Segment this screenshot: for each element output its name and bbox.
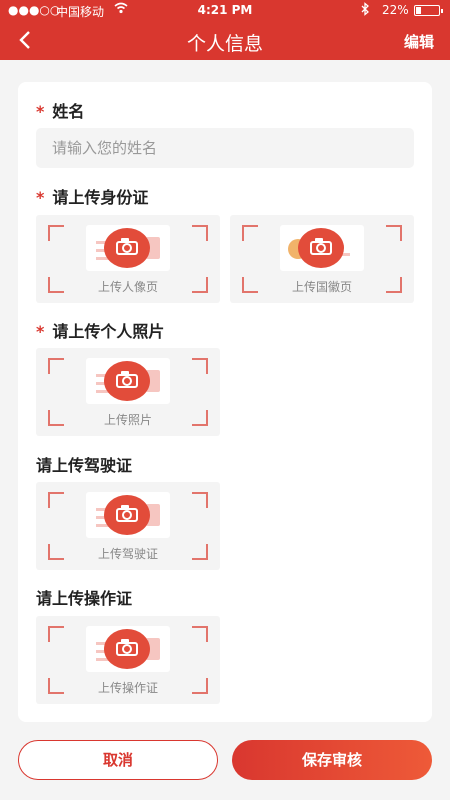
upload-caption: 上传照片 xyxy=(103,413,152,427)
upload-photo[interactable]: 上传照片 xyxy=(36,348,220,436)
upload-caption: 上传驾驶证 xyxy=(97,547,158,561)
bluetooth-icon xyxy=(360,2,370,19)
upload-id-back[interactable]: 上传国徽页 xyxy=(230,215,414,303)
header: ●●●○○ 中国移动 4:21 PM 22% 个人信息 编辑 xyxy=(0,0,450,60)
driver-license-label: 请上传驾驶证 xyxy=(36,456,133,475)
camera-icon xyxy=(298,228,344,268)
upload-operation-cert[interactable]: 上传操作证 xyxy=(36,616,220,704)
nav-bar: 个人信息 编辑 xyxy=(0,20,450,60)
operation-cert-label: 请上传操作证 xyxy=(36,589,133,608)
upload-driver-license[interactable]: 上传驾驶证 xyxy=(36,482,220,570)
battery-percent: 22% xyxy=(382,3,409,17)
required-marker: * xyxy=(36,102,45,121)
camera-icon xyxy=(104,629,150,669)
id-card-label: * 请上传身份证 xyxy=(36,184,148,208)
upload-id-front[interactable]: 上传人像页 xyxy=(36,215,220,303)
id-back-placeholder xyxy=(280,225,364,271)
page-title: 个人信息 xyxy=(186,33,263,55)
upload-caption: 上传人像页 xyxy=(97,280,158,294)
camera-icon xyxy=(104,495,150,535)
upload-caption: 上传操作证 xyxy=(97,681,158,695)
camera-icon xyxy=(104,361,150,401)
battery-icon xyxy=(414,5,443,16)
id-card-label-text: 请上传身份证 xyxy=(52,188,149,207)
photo-label-text: 请上传个人照片 xyxy=(52,322,165,341)
camera-icon xyxy=(104,228,150,268)
required-marker: * xyxy=(36,188,45,207)
form-card: * 姓名 * 请上传身份证 上传人像页 上传国徽页 * 请上传个人照片 xyxy=(18,82,432,722)
edit-button[interactable]: 编辑 xyxy=(404,31,434,52)
required-marker: * xyxy=(36,322,45,341)
name-label: * 姓名 xyxy=(36,98,84,122)
photo-label: * 请上传个人照片 xyxy=(36,318,164,342)
cancel-button[interactable]: 取消 xyxy=(18,740,218,780)
save-review-button[interactable]: 保存审核 xyxy=(232,740,432,780)
id-front-placeholder xyxy=(86,225,170,271)
name-label-text: 姓名 xyxy=(52,102,85,121)
upload-caption: 上传国徽页 xyxy=(291,280,352,294)
battery-fill xyxy=(416,7,421,14)
operation-cert-placeholder xyxy=(86,626,170,672)
driver-license-placeholder xyxy=(86,492,170,538)
photo-placeholder xyxy=(86,358,170,404)
name-input[interactable] xyxy=(36,128,414,168)
status-bar: ●●●○○ 中国移动 4:21 PM 22% xyxy=(0,0,450,20)
